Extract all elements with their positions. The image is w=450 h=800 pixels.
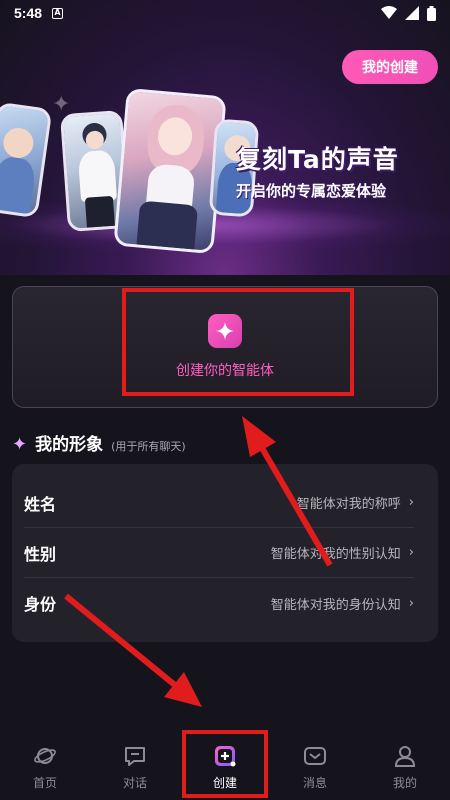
create-agent-card[interactable]: 创建你的智能体: [12, 286, 438, 408]
my-creations-button[interactable]: 我的创建: [342, 50, 438, 84]
four-point-star-icon: ✦: [12, 434, 28, 455]
notification-app-icon: A: [52, 7, 64, 19]
nav-profile[interactable]: 我的: [360, 732, 450, 800]
chevron-right-icon: ›: [408, 495, 414, 510]
chat-bubble-icon: [123, 744, 147, 768]
bottom-navigation: 首页 对话 创建 消息 我的: [0, 732, 450, 800]
create-agent-label: 创建你的智能体: [176, 363, 274, 379]
sparkle-decoration-icon: ✦: [52, 92, 71, 117]
planet-icon: [33, 744, 57, 768]
status-time: 5:48: [14, 5, 43, 21]
row-value: 智能体对我的称呼: [296, 497, 401, 512]
row-value: 智能体对我的身份认知: [270, 597, 401, 613]
hero-subtitle: 开启你的专属恋爱体验: [236, 182, 387, 200]
plus-square-icon: [213, 744, 237, 768]
nav-chat[interactable]: 对话: [90, 732, 180, 800]
sparkle-icon: [208, 314, 242, 348]
chevron-right-icon: ›: [408, 595, 414, 611]
nav-label: 创建: [212, 776, 237, 790]
nav-messages[interactable]: 消息: [270, 732, 360, 800]
profile-row-identity[interactable]: 身份 智能体对我的身份认知 ›: [24, 578, 414, 628]
character-card-3: [113, 87, 227, 255]
nav-label: 我的: [392, 776, 417, 790]
profile-row-gender[interactable]: 性别 智能体对我的性别认知 ›: [24, 528, 414, 578]
nav-create[interactable]: 创建: [180, 732, 270, 800]
nav-label: 消息: [302, 776, 327, 790]
nav-home[interactable]: 首页: [0, 732, 90, 800]
profile-section-header: ✦ 我的形象 (用于所有聊天): [12, 430, 186, 455]
row-label: 性别: [24, 544, 57, 564]
profile-row-name[interactable]: 姓名 智能体对我的称呼 ›: [24, 478, 414, 528]
status-bar: 5:48 A: [0, 0, 450, 26]
wifi-icon: [381, 6, 397, 19]
row-value: 智能体对我的性别认知: [270, 547, 401, 562]
profile-section-title: 我的形象: [35, 435, 104, 455]
person-icon: [393, 744, 417, 768]
battery-icon: [427, 5, 436, 21]
cellular-signal-icon: [405, 6, 419, 20]
row-label: 身份: [24, 595, 57, 614]
envelope-icon: [303, 744, 327, 768]
row-label: 姓名: [24, 494, 57, 514]
nav-label: 对话: [122, 776, 147, 790]
nav-label: 首页: [32, 776, 57, 790]
hero-banner[interactable]: ✦ 复刻Ta的声音 开启你的专属恋爱体验: [0, 0, 450, 275]
profile-section-hint: (用于所有聊天): [111, 440, 186, 453]
hero-title: 复刻Ta的声音: [236, 145, 399, 174]
chevron-right-icon: ›: [408, 545, 414, 560]
